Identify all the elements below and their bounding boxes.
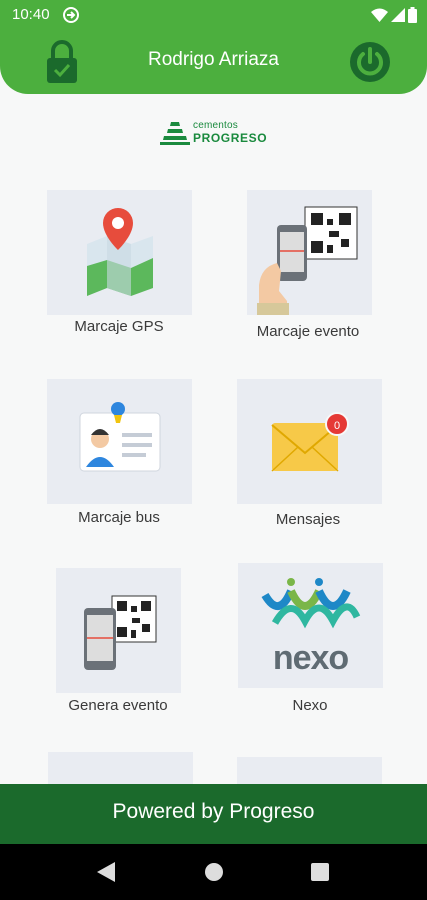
tile-label-marcaje-gps: Marcaje GPS [74, 318, 164, 335]
power-icon[interactable] [349, 41, 391, 83]
nexo-logo-text: nexo [272, 639, 349, 677]
tile-mensajes[interactable]: 0 [237, 379, 382, 504]
tile-marcaje-bus[interactable] [47, 379, 192, 504]
signal-icon [391, 8, 405, 22]
tile-marcaje-gps[interactable] [47, 190, 192, 315]
tile-genera-evento[interactable] [56, 568, 181, 693]
navigation-bar [0, 844, 427, 900]
status-bar: 10:40 [0, 0, 427, 30]
logo-line1: cementos [193, 120, 238, 131]
battery-icon [408, 7, 417, 23]
tile-label-nexo: Nexo [292, 697, 328, 714]
message-badge: 0 [325, 412, 349, 436]
app-header: Rodrigo Arriaza [0, 30, 427, 94]
tile-label-marcaje-evento: Marcaje evento [256, 323, 360, 340]
id-card-icon [79, 402, 161, 472]
wifi-icon [371, 8, 388, 22]
tile-label-mensajes: Mensajes [275, 511, 341, 528]
logo-line2: PROGRESO [193, 131, 268, 145]
home-icon[interactable] [204, 862, 224, 882]
phone-qr-scan-icon [257, 206, 358, 315]
tile-label-marcaje-bus: Marcaje bus [78, 509, 160, 526]
recents-icon[interactable] [311, 863, 329, 881]
phone-qr-icon [84, 595, 157, 670]
sync-icon [63, 7, 79, 23]
nexo-logo-icon [261, 578, 361, 629]
message-badge-count: 0 [333, 420, 341, 432]
back-icon[interactable] [97, 862, 115, 882]
tile-partial-right[interactable] [237, 757, 382, 784]
progreso-logo-mark-icon [160, 122, 190, 145]
tile-label-genera-evento: Genera evento [68, 697, 168, 714]
map-pin-icon [87, 208, 153, 296]
footer: Powered by Progreso [0, 784, 427, 844]
tile-partial-left[interactable] [48, 752, 193, 784]
status-time: 10:40 [12, 6, 50, 23]
cementos-progreso-logo: cementos PROGRESO [158, 117, 273, 151]
status-indicators [371, 7, 417, 23]
footer-text: Powered by Progreso [112, 800, 315, 823]
tile-marcaje-evento[interactable] [247, 190, 372, 315]
tile-nexo[interactable]: nexo [238, 563, 383, 688]
